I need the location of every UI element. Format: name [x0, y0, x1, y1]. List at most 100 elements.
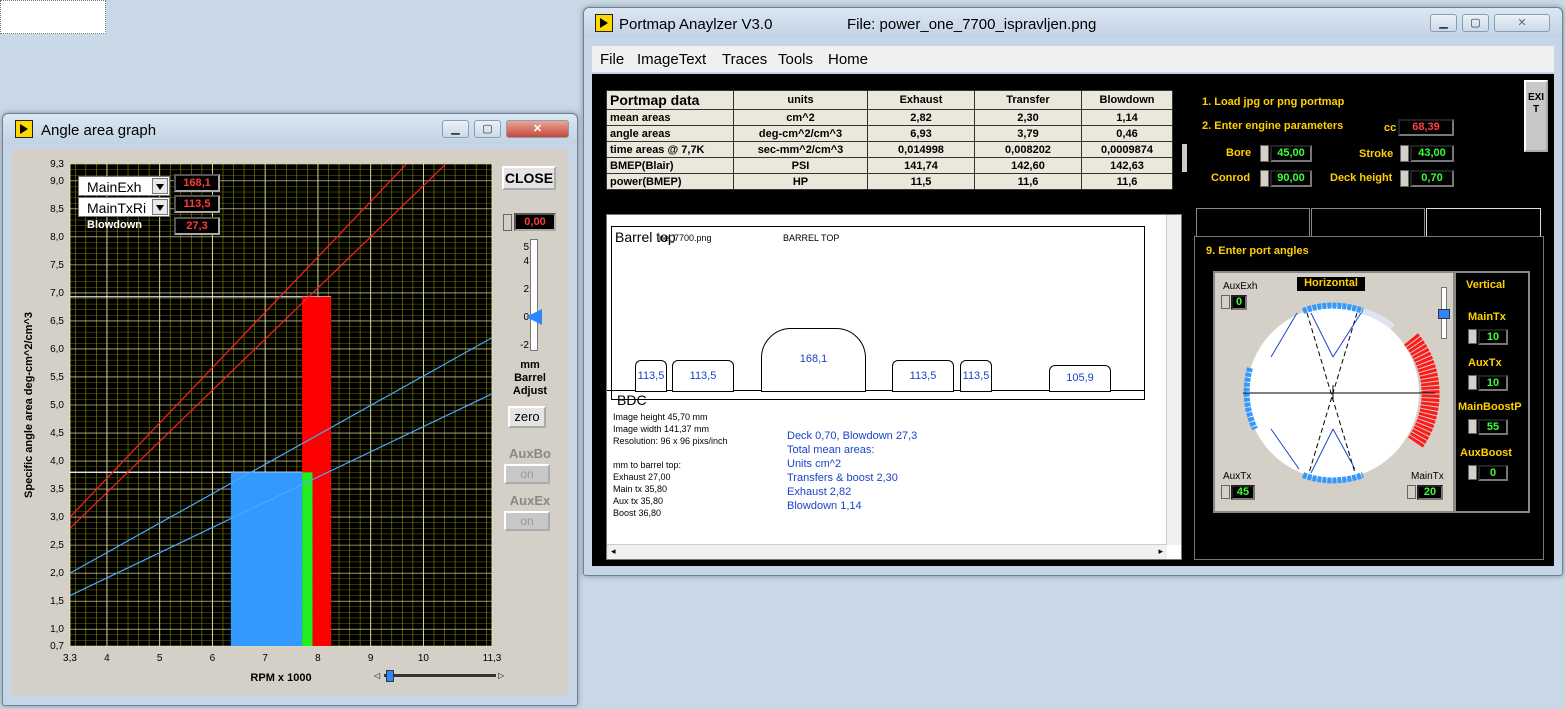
area-bar — [230, 472, 303, 646]
close-window-button[interactable]: ✕ — [506, 120, 569, 138]
cell-transfer: 0,008202 — [974, 141, 1082, 158]
barrel-adjust-ticks: 5 4 2 0 -2 — [507, 241, 529, 353]
angle-panel: 0,7 1,0 1,5 2,0 2,5 3,0 3,5 4,0 4,5 5,0 5,5 6,0 6,5 7… — [12, 149, 568, 695]
horizontal-scrollbar[interactable]: ◂ ▸ — [607, 544, 1167, 559]
v-maintx-spinner[interactable] — [1468, 329, 1477, 344]
menu-home[interactable]: Home — [828, 51, 868, 68]
tick-label: 5 — [523, 242, 529, 253]
auxbo-toggle[interactable]: on — [504, 464, 550, 484]
zero-button[interactable]: zero — [508, 406, 546, 428]
v-maintx-input[interactable]: 10 — [1478, 329, 1508, 345]
title-bar[interactable]: Portmap Anaylzer V3.0 File: power_one_77… — [584, 8, 1562, 38]
conrod-label: Conrod — [1211, 172, 1251, 184]
menu-file[interactable]: File — [600, 51, 624, 68]
table-row: angle areas deg-cm^2/cm^3 6,93 3,79 0,46 — [606, 125, 1173, 142]
tab-3-active[interactable] — [1426, 208, 1541, 237]
deck-input[interactable]: 0,70 — [1410, 170, 1454, 187]
portmap-panel: Portmap data units Exhaust Transfer Blow… — [592, 74, 1554, 566]
menu-tools[interactable]: Tools — [778, 51, 813, 68]
y-tick-label: 1,5 — [50, 596, 64, 607]
y-tick-label: 8,0 — [50, 232, 64, 243]
chevron-down-icon[interactable] — [152, 199, 168, 215]
barrel-adjust-value[interactable]: 0,00 — [514, 213, 556, 231]
desktop-selected-box — [0, 0, 106, 34]
x-tick-label: 3,3 — [63, 653, 77, 664]
x-tick-label: 10 — [418, 653, 430, 664]
v-auxtx-spinner[interactable] — [1468, 375, 1477, 390]
legend-dropdown-maintxri[interactable]: MainTxRi — [78, 197, 170, 217]
menu-imagetext[interactable]: ImageText — [637, 51, 706, 68]
legend-name: MainExh — [87, 179, 142, 195]
conrod-input[interactable]: 90,00 — [1270, 170, 1312, 187]
labview-icon — [15, 120, 33, 138]
summary-line: Units cm^2 — [787, 458, 842, 470]
maximize-button[interactable]: ▢ — [1462, 14, 1489, 32]
tab-2[interactable] — [1311, 208, 1425, 237]
v-auxtx-input[interactable]: 10 — [1478, 375, 1508, 391]
tick-label: 2 — [523, 284, 529, 295]
row-label: BMEP(Blair) — [606, 157, 734, 174]
port-box: 113,5 — [672, 360, 734, 392]
stroke-spinner[interactable] — [1400, 145, 1409, 162]
bore-input[interactable]: 45,00 — [1270, 145, 1312, 162]
close-graph-button[interactable]: CLOSE — [502, 166, 556, 190]
barrel-adjust-spinner[interactable] — [503, 214, 512, 231]
x-axis-label: RPM x 1000 — [250, 672, 311, 684]
graph-scrollbar[interactable]: ◁ ▷ — [374, 670, 504, 682]
area-bar — [302, 296, 332, 473]
scroll-right-icon[interactable]: ▸ — [1158, 546, 1163, 557]
cell-exhaust: 2,82 — [867, 109, 975, 126]
y-tick-label: 1,0 — [50, 624, 64, 635]
v-auxboost-label: AuxBoost — [1460, 447, 1512, 459]
minimize-button[interactable]: ▁ — [1430, 14, 1457, 32]
units-dropdown[interactable]: HP — [733, 173, 868, 190]
scroll-left-icon[interactable]: ◁ — [374, 671, 380, 680]
v-mainboost-label: MainBoostP — [1458, 401, 1522, 413]
exit-button[interactable]: EXIT — [1524, 80, 1548, 152]
deck-spinner[interactable] — [1400, 170, 1409, 187]
chevron-down-icon[interactable] — [152, 178, 168, 194]
close-window-button[interactable]: ✕ — [1494, 14, 1550, 32]
v-mainboost-input[interactable]: 55 — [1478, 419, 1508, 435]
row-label: time areas @ 7,7K — [606, 141, 734, 158]
scroll-left-icon[interactable]: ◂ — [611, 546, 616, 557]
label-barrel: Barrel — [514, 372, 546, 384]
maximize-button[interactable]: ▢ — [474, 120, 501, 138]
conrod-spinner[interactable] — [1260, 170, 1269, 187]
vertical-scrollbar[interactable] — [1166, 215, 1181, 545]
barrel-adjust-slider-track[interactable] — [530, 239, 538, 351]
portmap-image-panel: Barrel top ne_7700.png BARREL TOP BDC 11… — [606, 214, 1182, 560]
summary-line: Total mean areas: — [787, 444, 875, 456]
v-maintx-label: MainTx — [1468, 311, 1506, 323]
scroll-thumb[interactable] — [386, 670, 394, 682]
v-auxboost-input[interactable]: 0 — [1478, 465, 1508, 481]
legend-dropdown-mainexh[interactable]: MainExh — [78, 176, 170, 196]
v-mainboost-spinner[interactable] — [1468, 419, 1477, 434]
cell-blowdown: 0,0009874 — [1081, 141, 1173, 158]
y-tick-label: 3,0 — [50, 512, 64, 523]
cell-exhaust: 11,5 — [867, 173, 975, 190]
cell-blowdown: 1,14 — [1081, 109, 1173, 126]
title-bar[interactable]: Angle area graph ▁ ▢ ✕ — [3, 114, 577, 144]
auxex-toggle[interactable]: on — [504, 511, 550, 531]
units-dropdown[interactable]: PSI — [733, 157, 868, 174]
y-tick-label: 0,7 — [50, 641, 64, 652]
v-auxboost-spinner[interactable] — [1468, 465, 1477, 480]
y-tick-label: 4,0 — [50, 456, 64, 467]
stroke-label: Stroke — [1359, 148, 1394, 160]
scroll-right-icon[interactable]: ▷ — [498, 671, 504, 680]
legend-value-mainexh: 168,1 — [174, 174, 220, 192]
deck-label: Deck height — [1330, 172, 1393, 184]
labview-icon — [595, 14, 613, 32]
menu-traces[interactable]: Traces — [722, 51, 767, 68]
stroke-input[interactable]: 43,00 — [1410, 145, 1454, 162]
minimize-button[interactable]: ▁ — [442, 120, 469, 138]
info-line: Aux tx 35,80 — [613, 496, 664, 506]
y-tick-label: 7,0 — [50, 288, 64, 299]
table-scrollbar[interactable] — [1182, 144, 1187, 172]
tab-1[interactable] — [1196, 208, 1310, 237]
bore-spinner[interactable] — [1260, 145, 1269, 162]
barrel-top-label: BARREL TOP — [783, 233, 840, 243]
vertical-panel: Vertical MainTx 10 AuxTx 10 MainBoostP 5… — [1454, 271, 1530, 513]
slider-thumb-icon[interactable] — [526, 309, 542, 325]
